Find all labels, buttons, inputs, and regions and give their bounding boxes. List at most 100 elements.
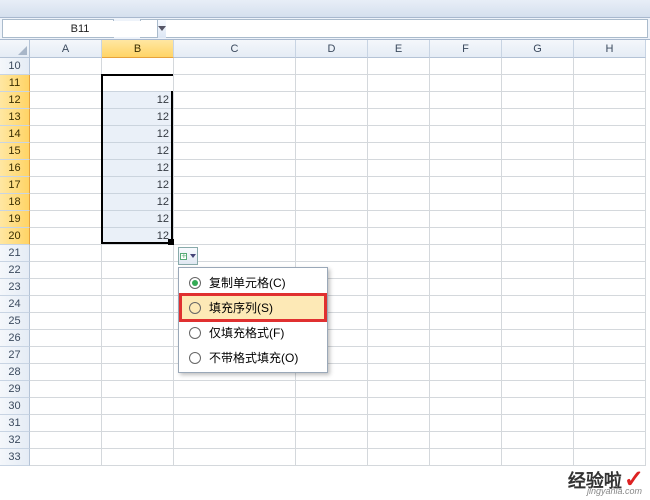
row-header-25[interactable]: 25 [0, 313, 30, 330]
cell-A14[interactable] [30, 126, 102, 143]
row-header-28[interactable]: 28 [0, 364, 30, 381]
cell-B26[interactable] [102, 330, 174, 347]
cell-G13[interactable] [502, 109, 574, 126]
autofill-options-button[interactable] [178, 247, 198, 265]
cell-B14[interactable]: 12 [102, 126, 174, 143]
cell-D31[interactable] [296, 415, 368, 432]
column-header-F[interactable]: F [430, 40, 502, 58]
cell-D17[interactable] [296, 177, 368, 194]
cell-B16[interactable]: 12 [102, 160, 174, 177]
cell-H29[interactable] [574, 381, 646, 398]
row-header-30[interactable]: 30 [0, 398, 30, 415]
cell-H12[interactable] [574, 92, 646, 109]
cell-F29[interactable] [430, 381, 502, 398]
cell-A19[interactable] [30, 211, 102, 228]
row-header-15[interactable]: 15 [0, 143, 30, 160]
autofill-option-1[interactable]: 填充序列(S) [181, 295, 325, 320]
cell-C14[interactable] [174, 126, 296, 143]
cell-E27[interactable] [368, 347, 430, 364]
cell-A13[interactable] [30, 109, 102, 126]
cell-H28[interactable] [574, 364, 646, 381]
cell-F18[interactable] [430, 194, 502, 211]
cell-C17[interactable] [174, 177, 296, 194]
row-header-18[interactable]: 18 [0, 194, 30, 211]
cell-H15[interactable] [574, 143, 646, 160]
cell-F14[interactable] [430, 126, 502, 143]
cell-H31[interactable] [574, 415, 646, 432]
cell-G16[interactable] [502, 160, 574, 177]
cell-D13[interactable] [296, 109, 368, 126]
cell-G27[interactable] [502, 347, 574, 364]
cell-H33[interactable] [574, 449, 646, 466]
cell-H21[interactable] [574, 245, 646, 262]
cell-D33[interactable] [296, 449, 368, 466]
row-header-29[interactable]: 29 [0, 381, 30, 398]
cell-C13[interactable] [174, 109, 296, 126]
cell-G33[interactable] [502, 449, 574, 466]
cell-D20[interactable] [296, 228, 368, 245]
cell-F22[interactable] [430, 262, 502, 279]
row-header-17[interactable]: 17 [0, 177, 30, 194]
cell-A21[interactable] [30, 245, 102, 262]
cell-G15[interactable] [502, 143, 574, 160]
row-header-20[interactable]: 20 [0, 228, 30, 245]
cell-B10[interactable] [102, 58, 174, 75]
cell-H14[interactable] [574, 126, 646, 143]
cell-G11[interactable] [502, 75, 574, 92]
cell-F10[interactable] [430, 58, 502, 75]
cell-A25[interactable] [30, 313, 102, 330]
row-header-32[interactable]: 32 [0, 432, 30, 449]
cell-G29[interactable] [502, 381, 574, 398]
cell-G10[interactable] [502, 58, 574, 75]
cell-F21[interactable] [430, 245, 502, 262]
cell-B17[interactable]: 12 [102, 177, 174, 194]
cell-B20[interactable]: 12 [102, 228, 174, 245]
cell-G12[interactable] [502, 92, 574, 109]
cell-F15[interactable] [430, 143, 502, 160]
cell-D19[interactable] [296, 211, 368, 228]
cell-G21[interactable] [502, 245, 574, 262]
cell-F33[interactable] [430, 449, 502, 466]
cell-G25[interactable] [502, 313, 574, 330]
cell-C33[interactable] [174, 449, 296, 466]
cell-A30[interactable] [30, 398, 102, 415]
cell-F12[interactable] [430, 92, 502, 109]
cell-F19[interactable] [430, 211, 502, 228]
cell-G19[interactable] [502, 211, 574, 228]
cell-B32[interactable] [102, 432, 174, 449]
cell-D16[interactable] [296, 160, 368, 177]
cell-A16[interactable] [30, 160, 102, 177]
cell-H10[interactable] [574, 58, 646, 75]
cell-F25[interactable] [430, 313, 502, 330]
cell-B19[interactable]: 12 [102, 211, 174, 228]
cell-F23[interactable] [430, 279, 502, 296]
row-header-22[interactable]: 22 [0, 262, 30, 279]
cell-D12[interactable] [296, 92, 368, 109]
cell-H25[interactable] [574, 313, 646, 330]
cell-G17[interactable] [502, 177, 574, 194]
name-box[interactable] [3, 21, 157, 37]
column-header-A[interactable]: A [30, 40, 102, 58]
cell-H26[interactable] [574, 330, 646, 347]
row-header-24[interactable]: 24 [0, 296, 30, 313]
name-box-dropdown[interactable] [157, 20, 166, 38]
cell-B21[interactable] [102, 245, 174, 262]
cell-C16[interactable] [174, 160, 296, 177]
autofill-option-3[interactable]: 不带格式填充(O) [181, 345, 325, 370]
cell-E13[interactable] [368, 109, 430, 126]
row-header-31[interactable]: 31 [0, 415, 30, 432]
cell-D15[interactable] [296, 143, 368, 160]
formula-input[interactable] [140, 19, 648, 38]
row-header-26[interactable]: 26 [0, 330, 30, 347]
cell-H11[interactable] [574, 75, 646, 92]
cell-F28[interactable] [430, 364, 502, 381]
cell-E16[interactable] [368, 160, 430, 177]
cell-E12[interactable] [368, 92, 430, 109]
cell-F20[interactable] [430, 228, 502, 245]
cell-B25[interactable] [102, 313, 174, 330]
cell-C30[interactable] [174, 398, 296, 415]
cell-E24[interactable] [368, 296, 430, 313]
row-header-11[interactable]: 11 [0, 75, 30, 92]
cell-H19[interactable] [574, 211, 646, 228]
cell-E11[interactable] [368, 75, 430, 92]
